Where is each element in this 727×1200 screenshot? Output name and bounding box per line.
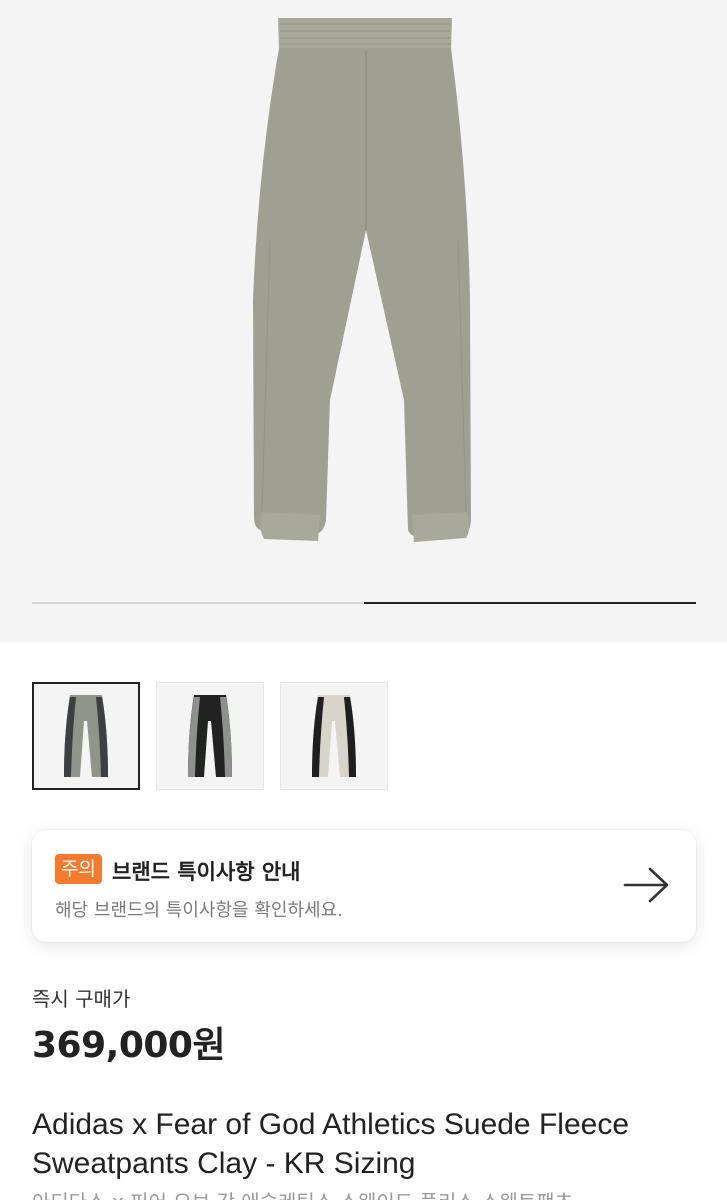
pants-thumbnail-image [188,695,232,777]
product-subtitle: 아디다스 x 피어 오브 갓 애슬레틱스 스웨이드 플리스 스웨트팬츠 [32,1186,573,1200]
price-label: 즉시 구매가 [32,987,131,1011]
caution-badge: 주의 [55,854,102,884]
black-grey-stripe-thumbnail[interactable] [156,682,264,790]
price-value: 369,000원 [32,1025,226,1066]
notice-title: 브랜드 특이사항 안내 [112,860,301,884]
cream-black-stripe-thumbnail[interactable] [280,682,388,790]
pants-thumbnail-image [64,695,108,777]
thumbnail-list [32,682,388,790]
pants-image [253,18,471,542]
brand-notice-card[interactable]: 주의 브랜드 특이사항 안내 해당 브랜드의 특이사항을 확인하세요. [32,830,696,942]
gallery-progress-bar [32,602,696,604]
pants-thumbnail-image [312,695,356,777]
product-title: Adidas x Fear of God Athletics Suede Fle… [32,1108,629,1180]
gallery-progress-indicator [364,602,696,604]
product-image-gallery[interactable] [0,0,727,642]
notice-subtitle: 해당 브랜드의 특이사항을 확인하세요. [55,900,343,921]
arrow-right-icon[interactable] [622,865,672,905]
clay-black-stripe-thumbnail[interactable] [32,682,140,790]
